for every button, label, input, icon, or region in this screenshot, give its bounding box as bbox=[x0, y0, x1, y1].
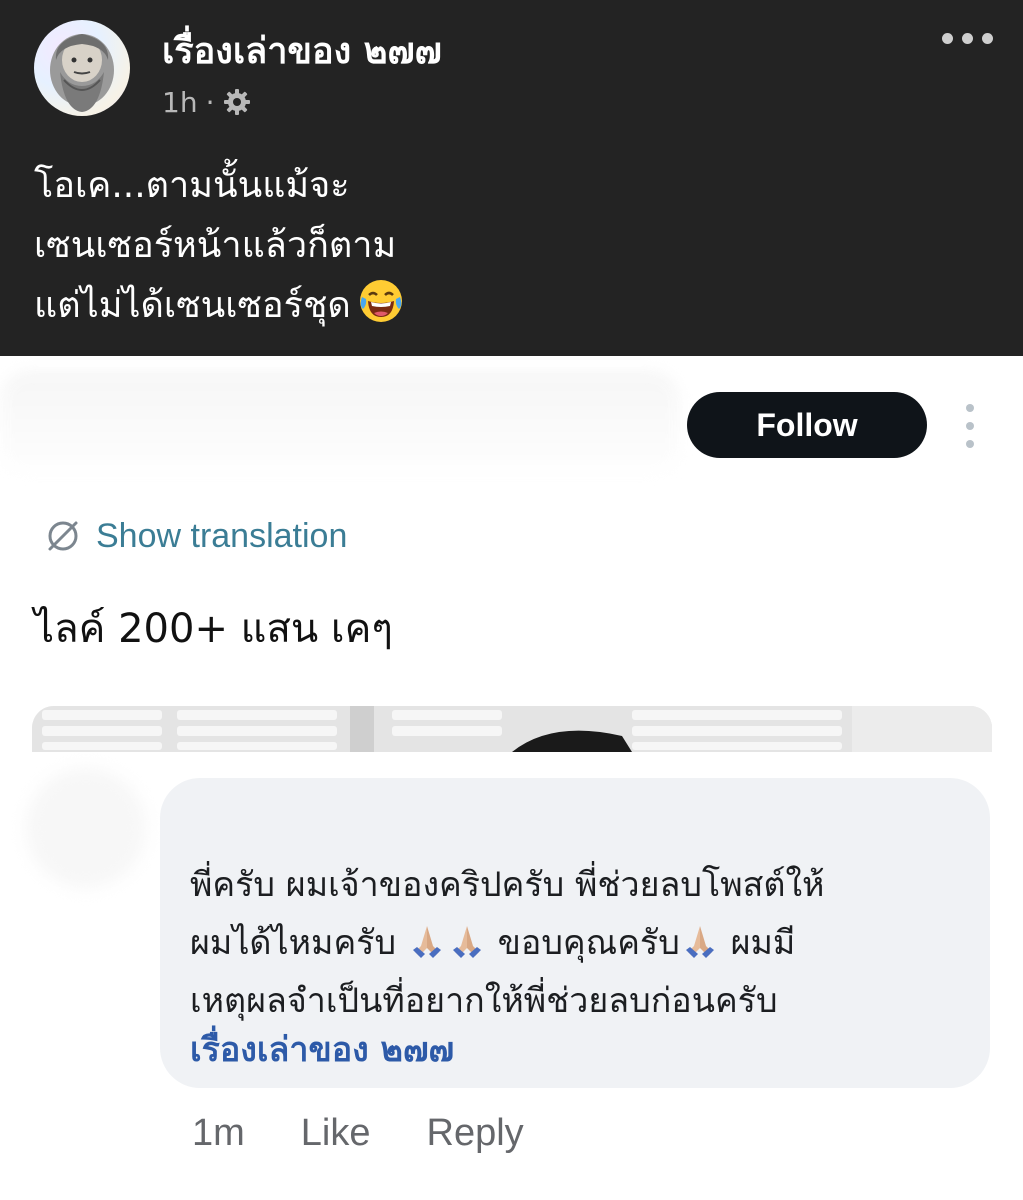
show-translation-link[interactable]: Show translation bbox=[44, 512, 347, 560]
translation-globe-icon bbox=[48, 521, 78, 551]
more-dot bbox=[981, 32, 993, 44]
comment-mention-link[interactable]: เรื่องเล่าของ ๒๗๗ bbox=[190, 1022, 454, 1076]
post-body: โอเค...ตามนั้นแม้จะ เซนเซอร์หน้าแล้วก็ตา… bbox=[34, 156, 994, 336]
media-preview-image bbox=[32, 706, 992, 752]
post-text-line: เซนเซอร์หน้าแล้วก็ตาม bbox=[34, 225, 397, 266]
more-dot bbox=[961, 32, 973, 44]
folded-hands-emoji-icon bbox=[452, 926, 481, 958]
comment-line-part: ผมมี bbox=[730, 923, 796, 963]
show-translation-label: Show translation bbox=[96, 516, 348, 555]
reply-button[interactable]: Reply bbox=[427, 1112, 524, 1155]
post-meta: 1h · bbox=[162, 82, 252, 122]
like-button[interactable]: Like bbox=[301, 1112, 371, 1155]
meta-separator: · bbox=[205, 85, 215, 119]
kebab-dot bbox=[966, 422, 974, 430]
comment-line: พี่ครับ ผมเจ้าของคริปครับ พี่ช่วยลบโพสต์… bbox=[190, 865, 825, 905]
kebab-dot bbox=[966, 440, 974, 448]
gear-icon[interactable] bbox=[222, 87, 252, 117]
post-header: เรื่องเล่าของ ๒๗๗ 1h · โอเค...ตามนั้นแม้… bbox=[0, 0, 1023, 356]
blurred-profile-area bbox=[0, 370, 680, 480]
post-text-line: แต่ไม่ได้เซนเซอร์ชุด bbox=[34, 276, 994, 336]
more-dot bbox=[941, 32, 953, 44]
comment-line-part: ผมได้ไหมครับ bbox=[190, 923, 397, 963]
portrait-avatar-image bbox=[50, 34, 114, 112]
post-text-line-content: แต่ไม่ได้เซนเซอร์ชุด bbox=[34, 285, 351, 326]
vertical-more-icon[interactable] bbox=[958, 404, 982, 448]
folded-hands-emoji-icon bbox=[685, 926, 714, 958]
page-avatar[interactable] bbox=[34, 20, 130, 116]
comment-actions: 1m Like Reply bbox=[192, 1108, 580, 1158]
kebab-dot bbox=[966, 404, 974, 412]
follow-button[interactable]: Follow bbox=[687, 392, 927, 458]
comment-line-part: ขอบคุณครับ bbox=[497, 923, 680, 963]
comment-bubble: พี่ครับ ผมเจ้าของคริปครับ พี่ช่วยลบโพสต์… bbox=[160, 778, 990, 1088]
blurred-commenter-avatar bbox=[26, 768, 146, 888]
page-name[interactable]: เรื่องเล่าของ ๒๗๗ bbox=[162, 22, 442, 79]
folded-hands-emoji-icon bbox=[412, 926, 441, 958]
comment-line: ผมได้ไหมครับ ขอบคุณครับ ผมมี bbox=[190, 914, 980, 972]
comment-timestamp[interactable]: 1m bbox=[192, 1112, 245, 1155]
tweet-text: ไลค์ 200+ แสน เคๆ bbox=[34, 606, 393, 652]
more-options-icon[interactable] bbox=[939, 26, 995, 50]
laughing-tears-emoji-icon bbox=[359, 280, 402, 322]
post-text-line: โอเค...ตามนั้นแม้จะ bbox=[34, 165, 350, 206]
tweet-media-image[interactable] bbox=[32, 706, 992, 752]
comment-text: พี่ครับ ผมเจ้าของคริปครับ พี่ช่วยลบโพสต์… bbox=[190, 856, 980, 1030]
post-timestamp[interactable]: 1h bbox=[162, 86, 198, 119]
